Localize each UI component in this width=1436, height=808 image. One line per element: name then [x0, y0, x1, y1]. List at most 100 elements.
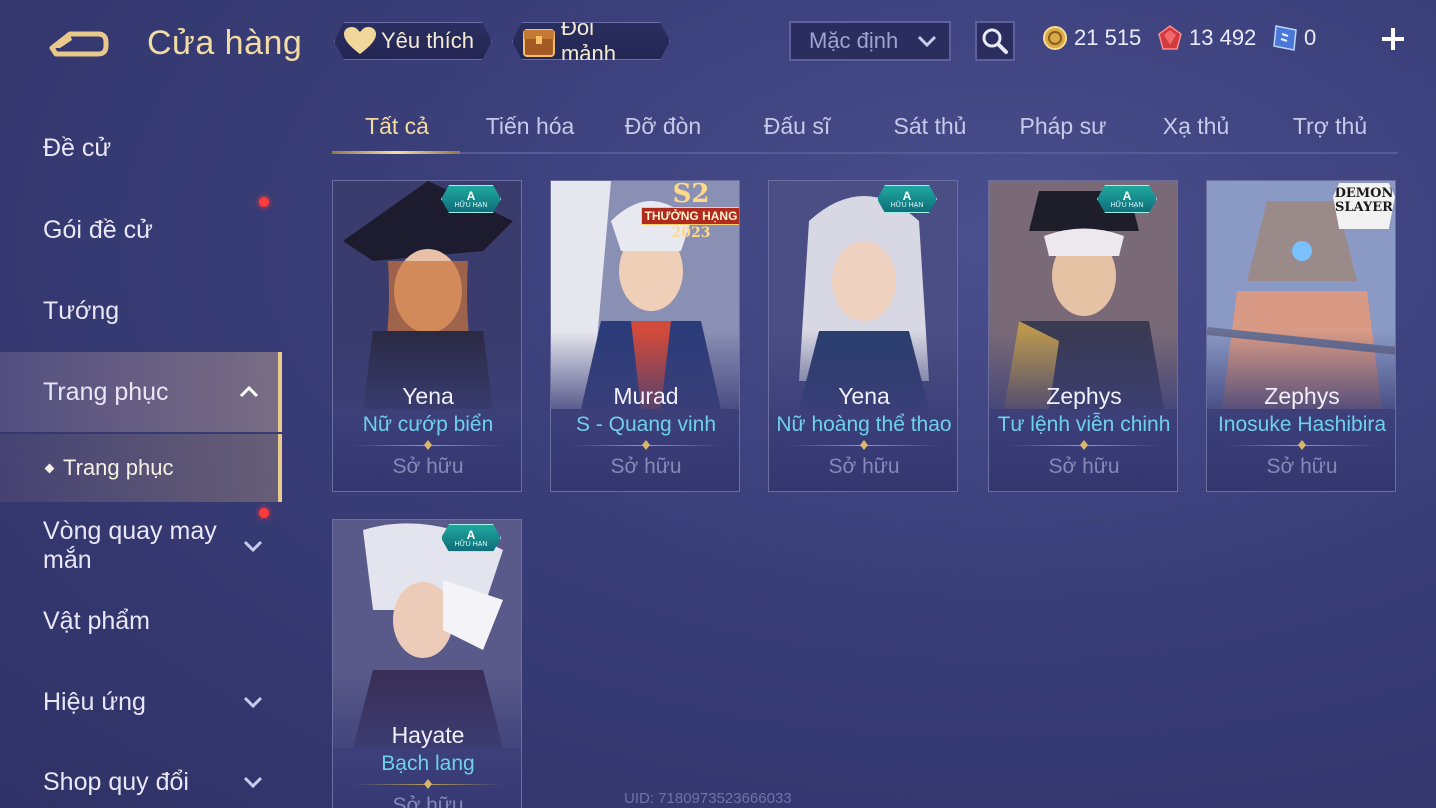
ruby-currency: 13 492	[1157, 22, 1256, 54]
diamond-ornament-icon	[1298, 440, 1306, 450]
gold-coin-icon	[1043, 26, 1067, 50]
chevron-up-icon	[239, 385, 259, 398]
tab-all[interactable]: Tất cả	[332, 100, 462, 154]
back-button[interactable]	[48, 26, 110, 62]
owned-status: Sở hữu	[392, 794, 464, 808]
sidebar: Đề cử Gói đề cử Tướng Trang phục Trang p…	[0, 108, 282, 808]
sidebar-item-label: Trang phục	[43, 377, 169, 406]
role-tabs: Tất cả Tiến hóa Đỡ đòn Đấu sĩ Sát thủ Ph…	[332, 100, 1398, 154]
sidebar-subitem-label: Trang phục	[63, 455, 174, 480]
diamond-ornament-icon	[1080, 440, 1088, 450]
plus-icon	[1382, 28, 1404, 50]
sidebar-subitem-skins[interactable]: Trang phục	[0, 434, 282, 502]
sidebar-item-label: Hiệu ứng	[43, 687, 146, 716]
skin-card[interactable]: A HỮU HẠN Yena Nữ cướp biển Sở hữu	[332, 180, 522, 492]
skin-name: Bạch lang	[381, 752, 475, 775]
owned-status: Sở hữu	[610, 455, 682, 478]
sidebar-item-recommended[interactable]: Đề cử	[0, 108, 282, 188]
skin-card[interactable]: DEMON SLAYER Zephys Inosuke Hashibira Sở…	[1206, 180, 1396, 492]
badge-label: HỮU HẠN	[890, 201, 924, 209]
bullet-icon	[44, 463, 55, 473]
sidebar-item-label: Vòng quay may mắn	[43, 517, 217, 574]
owned-status: Sở hữu	[1048, 455, 1120, 478]
tab-support[interactable]: Trợ thủ	[1265, 100, 1395, 152]
chevron-down-icon	[243, 540, 263, 553]
badge-grade: A	[466, 188, 476, 203]
rank-label: THƯỞNG HẠNG	[640, 207, 739, 225]
sidebar-item-heroes[interactable]: Tướng	[0, 271, 282, 351]
sidebar-item-label: Vật phẩm	[43, 606, 151, 635]
ticket-amount: 0	[1304, 25, 1317, 50]
search-button[interactable]	[975, 21, 1015, 61]
badge-grade: A	[902, 188, 912, 203]
sidebar-item-lucky-wheel[interactable]: Vòng quay may mắn	[0, 506, 282, 586]
tab-label: Pháp sư	[1019, 112, 1107, 139]
chevron-down-icon	[243, 776, 263, 789]
skin-card[interactable]: A HỮU HẠN Hayate Bạch lang Sở hữu	[332, 519, 522, 808]
badge-label: HỮU HẠN	[1110, 201, 1144, 209]
limited-badge: A HỮU HẠN	[1097, 185, 1157, 213]
favorite-label: Yêu thích	[381, 28, 474, 53]
badge-grade: A	[1122, 188, 1132, 203]
tab-tank[interactable]: Đỡ đòn	[598, 100, 728, 152]
chevron-down-icon	[243, 696, 263, 709]
owned-status: Sở hữu	[828, 455, 900, 478]
sidebar-item-skins[interactable]: Trang phục	[0, 352, 282, 432]
season-year: 2023	[671, 225, 711, 241]
limited-badge: A HỮU HẠN	[441, 185, 501, 213]
add-currency-button[interactable]	[1378, 24, 1408, 54]
hero-name: Zephys	[1264, 383, 1340, 409]
gold-currency: 21 515	[1042, 22, 1141, 54]
top-bar: Cửa hàng Yêu thích Đổi mảnh Mặc định 21 …	[0, 0, 1436, 84]
diamond-ornament-icon	[424, 779, 432, 789]
tab-marksman[interactable]: Xạ thủ	[1131, 100, 1261, 152]
notification-dot	[259, 197, 269, 207]
tab-label: Tất cả	[365, 112, 429, 139]
sidebar-item-effects[interactable]: Hiệu ứng	[0, 662, 282, 742]
blue-ticket-icon	[1273, 25, 1297, 51]
hero-name: Yena	[402, 383, 454, 409]
hero-name: Yena	[838, 383, 890, 409]
skin-name: Tư lệnh viễn chinh	[997, 413, 1171, 436]
tab-mage[interactable]: Pháp sư	[998, 100, 1128, 152]
heart-icon	[343, 27, 377, 55]
skin-name: Nữ cướp biển	[362, 413, 494, 436]
sort-dropdown[interactable]: Mặc định	[789, 21, 951, 61]
skin-card[interactable]: A HỮU HẠN Yena Nữ hoàng thể thao Sở hữu	[768, 180, 958, 492]
tab-evolution[interactable]: Tiến hóa	[465, 100, 595, 152]
skin-name: Nữ hoàng thể thao	[776, 413, 952, 436]
demon-slayer-logo: DEMON SLAYER	[1333, 183, 1395, 229]
hero-name: Zephys	[1046, 383, 1122, 409]
sidebar-item-items[interactable]: Vật phẩm	[0, 581, 282, 661]
notification-dot	[259, 508, 269, 518]
tab-label: Tiến hóa	[485, 112, 575, 139]
tab-label: Sát thủ	[893, 112, 967, 139]
ruby-gem-icon	[1158, 25, 1182, 50]
search-icon	[982, 28, 1008, 54]
diamond-ornament-icon	[424, 440, 432, 450]
sidebar-item-label: Gói đề cử	[43, 215, 153, 244]
tab-active-indicator	[332, 151, 460, 154]
owned-status: Sở hữu	[1266, 455, 1338, 478]
gold-amount: 21 515	[1074, 25, 1142, 50]
shard-exchange-button[interactable]: Đổi mảnh	[512, 22, 670, 60]
diamond-ornament-icon	[860, 440, 868, 450]
tab-label: Đỡ đòn	[624, 112, 702, 139]
tab-assassin[interactable]: Sát thủ	[865, 100, 995, 152]
favorite-button[interactable]: Yêu thích	[334, 22, 492, 60]
skin-card[interactable]: S2 THƯỞNG HẠNG 2023 Murad S - Quang vinh…	[550, 180, 740, 492]
tab-label: Xạ thủ	[1162, 112, 1230, 139]
hero-name: Murad	[613, 383, 679, 409]
sidebar-item-label: Shop quy đổi	[43, 767, 189, 796]
hero-name: Hayate	[391, 722, 465, 748]
sidebar-item-label: Đề cử	[43, 133, 112, 162]
skin-name: S - Quang vinh	[575, 413, 717, 436]
tab-fighter[interactable]: Đấu sĩ	[732, 100, 862, 152]
sidebar-item-exchange-shop[interactable]: Shop quy đổi	[0, 742, 282, 808]
diamond-ornament-icon	[642, 440, 650, 450]
limited-badge: A HỮU HẠN	[877, 185, 937, 213]
page-title: Cửa hàng	[147, 24, 303, 62]
sidebar-item-recommended-packs[interactable]: Gói đề cử	[0, 190, 282, 270]
skin-card[interactable]: A HỮU HẠN Zephys Tư lệnh viễn chinh Sở h…	[988, 180, 1178, 492]
sidebar-item-label: Tướng	[43, 296, 120, 325]
